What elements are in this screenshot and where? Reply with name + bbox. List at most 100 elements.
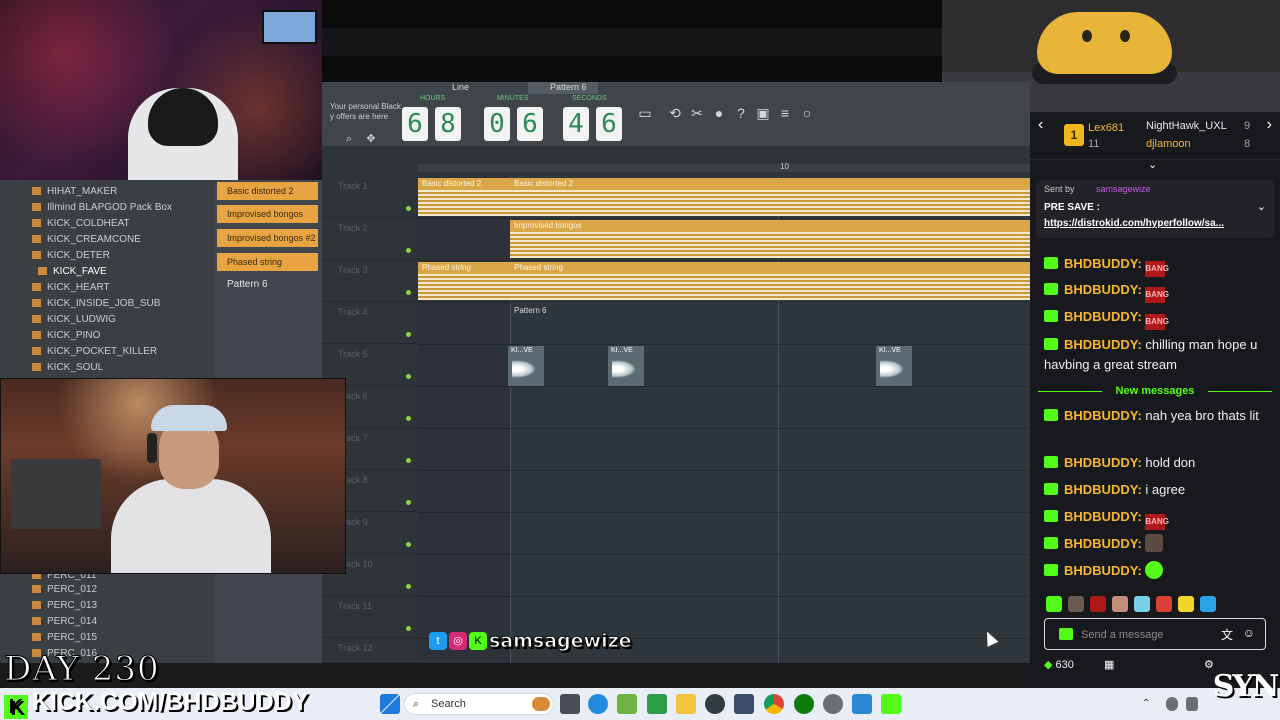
streamer-webcam xyxy=(0,0,322,180)
emote-icon[interactable] xyxy=(1134,596,1150,612)
save-icon[interactable]: ▣ xyxy=(754,104,772,122)
top-user[interactable]: djlamoon xyxy=(1146,138,1191,150)
track-header[interactable]: Track 12 xyxy=(322,638,418,663)
app-icon[interactable] xyxy=(823,694,843,714)
mic-tray-icon[interactable] xyxy=(1166,697,1178,711)
emote-icon[interactable] xyxy=(1068,596,1084,612)
audio-clip[interactable]: Basic distorted 2 xyxy=(510,178,1030,216)
emote-quick-bar[interactable] xyxy=(1046,596,1276,614)
expand-icon[interactable]: ⌄ xyxy=(1148,158,1157,171)
mic-icon[interactable]: ● xyxy=(710,104,728,122)
chat-username[interactable]: BHDBUDDY xyxy=(1064,482,1137,497)
chat-username[interactable]: BHDBUDDY xyxy=(1064,337,1137,352)
emote-icon[interactable] xyxy=(1090,596,1106,612)
task-view-icon[interactable] xyxy=(560,694,580,714)
pattern-selector[interactable]: Pattern 6 xyxy=(528,82,598,94)
pattern-source-item[interactable]: Pattern 6 xyxy=(217,276,318,294)
track-mute-dot[interactable] xyxy=(406,542,411,547)
start-windows-icon[interactable] xyxy=(380,694,400,714)
track-header[interactable]: Track 1 xyxy=(322,176,418,218)
timeline-ruler[interactable]: 10 xyxy=(418,162,1030,172)
settings-gear-icon[interactable] xyxy=(705,694,725,714)
track-mute-dot[interactable] xyxy=(406,458,411,463)
chrome-icon[interactable] xyxy=(764,694,784,714)
track-mute-dot[interactable] xyxy=(406,206,411,211)
emote-icon[interactable] xyxy=(1200,596,1216,612)
kick-clip[interactable]: KI...VE xyxy=(508,346,544,386)
track-header[interactable]: Track 3 xyxy=(322,260,418,302)
track-mute-dot[interactable] xyxy=(406,374,411,379)
subscriber-badge-icon xyxy=(1044,537,1058,549)
chat-icon[interactable]: ○ xyxy=(798,104,816,122)
channel-points[interactable]: 630 xyxy=(1056,659,1074,671)
loop-icon[interactable]: ⟲ xyxy=(666,104,684,122)
chevron-right-icon[interactable]: › xyxy=(1267,116,1272,134)
cut-icon[interactable]: ✂ xyxy=(688,104,706,122)
track-header[interactable]: Track 2 xyxy=(322,218,418,260)
help-icon[interactable]: ? xyxy=(732,104,750,122)
track-mute-dot[interactable] xyxy=(406,416,411,421)
pinned-link[interactable]: https://distrokid.com/hyperfollow/sa... xyxy=(1044,218,1224,229)
tray-chevron-icon[interactable]: ⌃ xyxy=(1142,698,1154,710)
emote-icon[interactable] xyxy=(1156,596,1172,612)
chevron-left-icon[interactable]: ‹ xyxy=(1038,116,1043,134)
snap-mode[interactable]: Line xyxy=(452,82,512,94)
clip-source-item[interactable]: Improvised bongos xyxy=(217,205,318,223)
nvidia-icon[interactable] xyxy=(617,694,637,714)
chat-username[interactable]: BHDBUDDY xyxy=(1064,408,1137,423)
sent-by-user[interactable]: samsagewize xyxy=(1096,184,1151,194)
store-app-icon[interactable] xyxy=(734,694,754,714)
track-header[interactable]: Track 4 xyxy=(322,302,418,344)
chat-username[interactable]: BHDBUDDY xyxy=(1064,536,1137,551)
edge-icon[interactable] xyxy=(588,694,608,714)
chat-username[interactable]: BHDBUDDY xyxy=(1064,563,1137,578)
app-icon[interactable] xyxy=(647,694,667,714)
app-icon[interactable] xyxy=(852,694,872,714)
window-icon[interactable]: ▭ xyxy=(636,104,654,122)
top-user[interactable]: Lex681 xyxy=(1088,122,1124,134)
chat-panel[interactable]: ‹ 1 Lex681 11 NightHawk_UXL 9 djlamoon 8… xyxy=(1030,112,1280,688)
mixer-icon[interactable]: ≡ xyxy=(776,104,794,122)
audio-clip[interactable]: Improvised bongos xyxy=(510,220,1030,258)
send-message-input[interactable] xyxy=(1081,625,1211,645)
kick-app-icon[interactable] xyxy=(881,694,901,714)
chat-username[interactable]: BHDBUDDY xyxy=(1064,309,1137,324)
track-mute-dot[interactable] xyxy=(406,248,411,253)
pinned-message[interactable]: Sent by samsagewize PRE SAVE : https://d… xyxy=(1036,180,1274,238)
emote-icon[interactable] xyxy=(1046,596,1062,612)
clip-source-item[interactable]: Basic distorted 2 xyxy=(217,182,318,200)
file-explorer-icon[interactable] xyxy=(676,694,696,714)
kick-clip[interactable]: KI...VE xyxy=(608,346,644,386)
track-mute-dot[interactable] xyxy=(406,332,411,337)
emote-icon[interactable] xyxy=(1178,596,1194,612)
weather-widget-icon[interactable] xyxy=(532,697,550,711)
zoom-icon[interactable]: ⌕ xyxy=(340,130,358,148)
audio-clip[interactable]: Phased string xyxy=(418,262,510,300)
store-icon[interactable]: ▦ xyxy=(1104,658,1114,671)
pan-icon[interactable]: ✥ xyxy=(362,130,380,148)
chat-input-box[interactable]: 文 ☺ xyxy=(1044,618,1266,650)
translate-icon[interactable]: 文 xyxy=(1221,626,1233,643)
chevron-down-icon[interactable]: ⌄ xyxy=(1257,200,1266,213)
audio-clip[interactable]: Phased string xyxy=(510,262,1030,300)
chat-username[interactable]: BHDBUDDY xyxy=(1064,282,1137,297)
fl-playlist[interactable]: Your personal Black y offers are here Lin… xyxy=(322,82,1030,663)
volume-tray-icon[interactable] xyxy=(1186,697,1198,711)
chat-username[interactable]: BHDBUDDY xyxy=(1064,455,1137,470)
xbox-icon[interactable] xyxy=(794,694,814,714)
kick-clip[interactable]: KI...VE xyxy=(876,346,912,386)
clip-source-item[interactable]: Improvised bongos #2 xyxy=(217,229,318,247)
track-mute-dot[interactable] xyxy=(406,500,411,505)
track-mute-dot[interactable] xyxy=(406,584,411,589)
track-header[interactable]: Track 11 xyxy=(322,596,418,638)
emote-icon[interactable] xyxy=(1112,596,1128,612)
chat-username[interactable]: BHDBUDDY xyxy=(1064,509,1137,524)
emoji-icon[interactable]: ☺ xyxy=(1243,626,1255,640)
top-user[interactable]: NightHawk_UXL xyxy=(1146,120,1227,132)
audio-clip[interactable]: Basic distorted 2 xyxy=(418,178,510,216)
clip-source-item[interactable]: Phased string xyxy=(217,253,318,271)
chat-username[interactable]: BHDBUDDY xyxy=(1064,256,1137,271)
track-mute-dot[interactable] xyxy=(406,626,411,631)
pattern-clip[interactable]: Pattern 6 xyxy=(514,306,546,316)
track-mute-dot[interactable] xyxy=(406,290,411,295)
